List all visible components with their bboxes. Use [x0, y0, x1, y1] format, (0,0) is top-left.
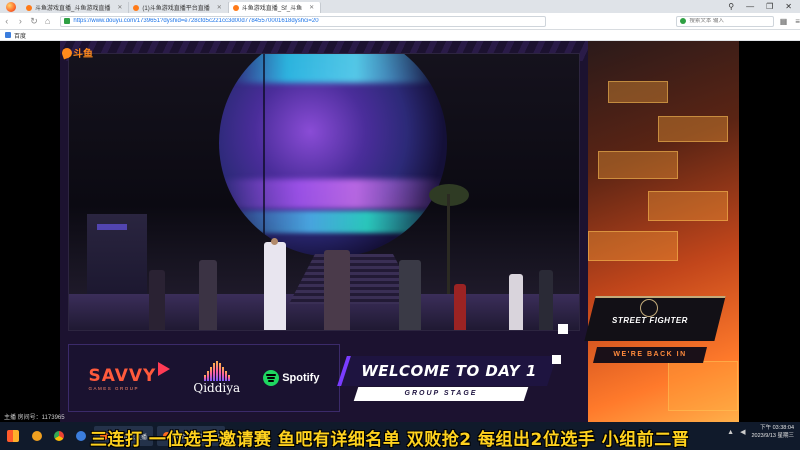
douyu-favicon-icon: [26, 4, 32, 11]
network-icon[interactable]: ▲: [727, 429, 734, 436]
tab-label: 斗鱼游戏直播_斗鱼游戏直播: [35, 6, 111, 12]
overlay-corner-square: [552, 355, 561, 364]
crowd-person: [324, 250, 350, 330]
bookmark-baidu[interactable]: 百度: [14, 31, 26, 40]
bookmark-icon: [5, 32, 11, 38]
overlay-corner-square: [558, 324, 568, 334]
home-icon[interactable]: ⌂: [41, 16, 55, 26]
savvy-logo-text: SAVVY: [88, 365, 157, 386]
welcome-title: WELCOME TO DAY 1: [361, 362, 537, 380]
savvy-subtitle: GAMES GROUP: [88, 385, 140, 391]
system-clock[interactable]: 下午 03:38:04 2023/9/13 星期三: [752, 424, 795, 440]
room-id-text: 主播 房间号：1173965: [4, 415, 65, 421]
savvy-logo-icon: [158, 361, 171, 376]
qiddiya-logo-text: Qiddiya: [193, 381, 241, 395]
right-decor-panel: [588, 41, 739, 422]
crowd-person: [454, 284, 466, 330]
volume-icon[interactable]: ◀: [740, 428, 745, 436]
tab-label: 斗鱼游戏直播_Sf_斗鱼: [241, 6, 303, 12]
find-icon[interactable]: ⚲: [728, 2, 734, 11]
browser-logo-icon[interactable]: [0, 0, 22, 13]
extension-icon[interactable]: ▦: [780, 17, 788, 26]
app-icon: [76, 431, 86, 441]
browser-tab-strip: 斗鱼游戏直播_斗鱼游戏直播 ✕ (1)斗鱼游戏直播平台直播 ✕ 斗鱼游戏直播_S…: [0, 0, 800, 13]
tab-douyu-1[interactable]: 斗鱼游戏直播_斗鱼游戏直播 ✕: [22, 2, 130, 13]
close-window-icon[interactable]: ✕: [785, 2, 792, 11]
clock-date: 2023/9/13 星期三: [751, 433, 795, 439]
crowd-person: [539, 270, 553, 330]
taskbar-app-2[interactable]: [50, 427, 68, 445]
crowd-person: [264, 242, 286, 330]
spotify-logo-text: Spotify: [282, 372, 320, 384]
spotify-logo-icon: [263, 370, 280, 386]
browser-app-icon: [32, 431, 42, 441]
platform-watermark: 斗鱼: [60, 45, 93, 60]
stream-player[interactable]: 斗鱼 SAVVY GAMES GROUP Qiddiya Spotify WEL…: [0, 41, 800, 422]
sponsor-savvy: SAVVY GAMES GROUP: [88, 361, 171, 391]
qiddiya-logo-icon: [203, 361, 230, 381]
danmu-scrolling-comment: 三连打 一位选手邀请赛 鱼吧有详细名单 双败抢2 每组出2位选手 小组前二晋: [90, 430, 690, 450]
menu-icon[interactable]: ≡: [795, 17, 800, 26]
tagline-banner: WE'RE BACK IN: [593, 347, 707, 363]
crowd-head: [271, 238, 278, 245]
game-title: STREET FIGHTER: [612, 316, 688, 325]
search-input[interactable]: [689, 18, 770, 24]
douyu-logo-icon: [60, 46, 74, 59]
chrome-icon: [54, 431, 64, 441]
taskbar-app-1[interactable]: [28, 427, 46, 445]
tab-label: (1)斗鱼游戏直播平台直播: [142, 6, 210, 12]
led-sphere: [219, 54, 447, 257]
start-button[interactable]: [0, 422, 26, 450]
tab-douyu-2[interactable]: (1)斗鱼游戏直播平台直播 ✕: [129, 2, 229, 13]
bookmarks-bar: 百度: [0, 30, 800, 41]
crowd-person: [509, 274, 523, 330]
tagline-text: WE'RE BACK IN: [613, 351, 687, 358]
crowd-person: [399, 260, 421, 330]
lock-icon: [64, 18, 71, 24]
clock-time: 下午 03:38:04: [760, 425, 794, 431]
crowd-person: [149, 270, 165, 330]
reload-icon[interactable]: ↻: [27, 16, 41, 27]
start-icon: [7, 430, 19, 442]
url-text: https://www.douyu.com/1739651?dyshid=e72…: [73, 18, 319, 24]
welcome-banner: WELCOME TO DAY 1: [337, 356, 557, 386]
system-tray: ▲ ◀ 下午 03:38:04 2023/9/13 星期三: [727, 424, 794, 440]
close-icon[interactable]: ✕: [217, 4, 222, 11]
platform-logo-text: 斗鱼: [73, 49, 93, 60]
sponsor-qiddiya: Qiddiya: [193, 361, 240, 395]
live-video-feed[interactable]: [68, 53, 580, 331]
crowd-person: [199, 260, 217, 330]
douyu-favicon-icon: [232, 4, 239, 11]
minimize-icon[interactable]: —: [746, 2, 754, 11]
palm-trunk: [447, 194, 450, 304]
stage-label: GROUP STAGE: [404, 390, 478, 397]
stage-banner: GROUP STAGE: [353, 387, 529, 401]
close-icon[interactable]: ✕: [309, 4, 314, 11]
search-engine-icon: [680, 18, 687, 24]
back-icon[interactable]: ‹: [0, 16, 14, 26]
forward-icon[interactable]: ›: [14, 16, 28, 26]
close-icon[interactable]: ✕: [117, 4, 122, 11]
browser-toolbar: ‹ › ↻ ⌂ https://www.douyu.com/1739651?dy…: [0, 13, 800, 30]
sponsor-bar: SAVVY GAMES GROUP Qiddiya Spotify: [68, 344, 340, 412]
tab-douyu-3-active[interactable]: 斗鱼游戏直播_Sf_斗鱼 ✕: [228, 2, 322, 13]
address-bar[interactable]: https://www.douyu.com/1739651?dyshid=e72…: [60, 15, 547, 27]
street-fighter-emblem-icon: [640, 299, 658, 317]
toolbar-right-icons: ▦ ≡: [780, 17, 800, 26]
taskbar-app-3[interactable]: [72, 427, 90, 445]
search-box[interactable]: [676, 15, 774, 27]
maximize-icon[interactable]: ❐: [766, 2, 773, 11]
douyu-favicon-icon: [133, 4, 140, 11]
sponsor-spotify: Spotify: [263, 370, 319, 386]
window-controls: ⚲ — ❐ ✕: [728, 2, 800, 11]
